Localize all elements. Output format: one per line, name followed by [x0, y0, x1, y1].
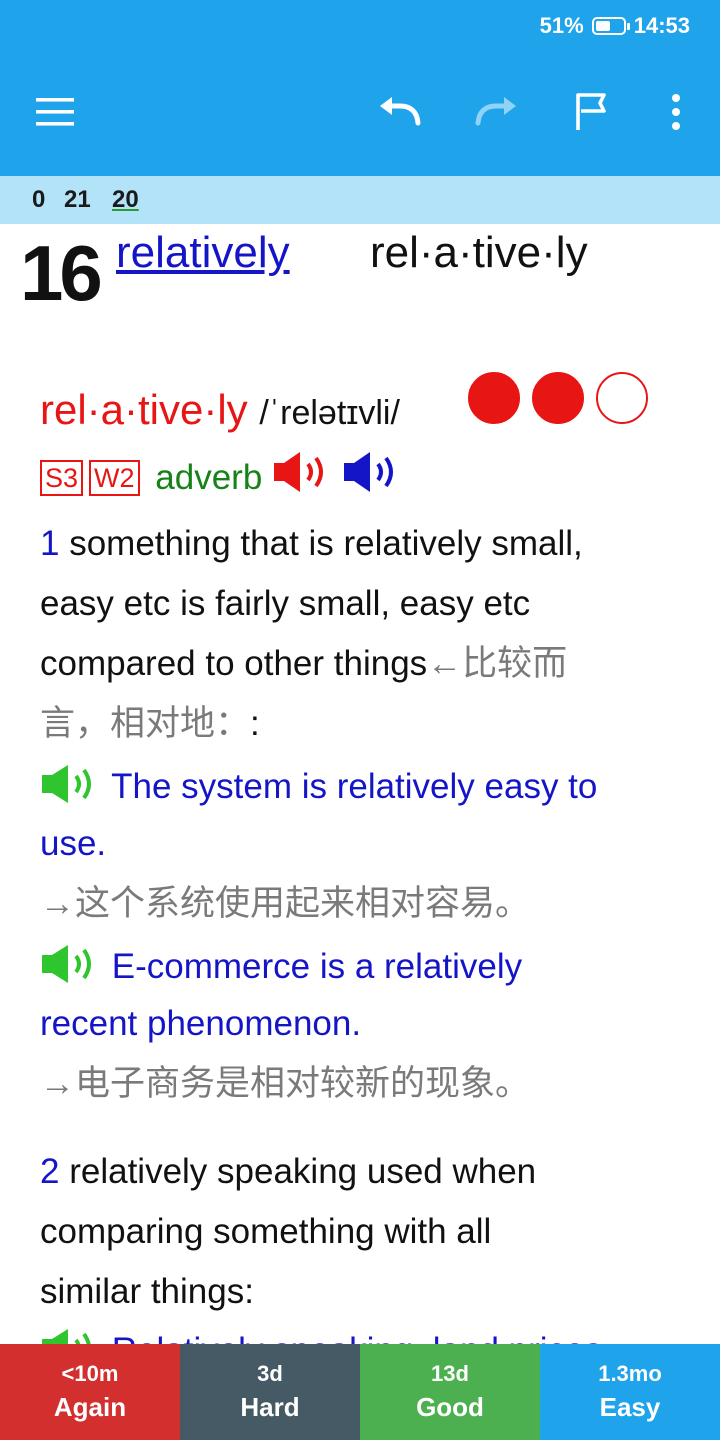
example-audio-button[interactable]	[40, 944, 102, 993]
battery-icon	[591, 17, 630, 35]
part-of-speech: adverb	[155, 458, 263, 497]
definition-text: easy etc is fairly small, easy etc	[40, 584, 531, 623]
example-audio-button[interactable]	[40, 764, 102, 813]
definition-text: similar things:	[40, 1272, 254, 1311]
example-text: Relatively speaking, land prices	[112, 1331, 602, 1344]
example-line: The system is relatively easy to	[40, 764, 597, 813]
definition-line: compared to other things←比较而	[40, 644, 567, 684]
app-bar: 51% 14:53	[0, 0, 720, 176]
again-label: Again	[53, 1392, 127, 1422]
more-vert-icon	[672, 94, 680, 130]
undo-icon	[380, 97, 421, 126]
redo-button[interactable]	[466, 82, 526, 142]
pronunciation: /ˈrelətɪvli/	[259, 394, 400, 432]
hard-label: Hard	[240, 1392, 300, 1422]
example-text: use.	[40, 824, 107, 863]
battery-percent: 51%	[539, 13, 584, 38]
frequency-dot-filled	[468, 372, 520, 424]
example-text: The system is relatively easy to	[111, 766, 598, 806]
translation-text: ←比较而	[427, 644, 568, 683]
hard-interval: 3d	[257, 1361, 283, 1386]
easy-label: Easy	[599, 1392, 661, 1422]
speaker-blue-icon	[343, 452, 393, 492]
flag-button[interactable]	[562, 82, 622, 142]
card-big-number: 16	[20, 229, 103, 317]
undo-button[interactable]	[370, 82, 430, 142]
sense-number: 1	[40, 524, 60, 563]
new-count: 0	[32, 186, 46, 213]
british-audio-button[interactable]	[272, 450, 332, 506]
card-content[interactable]: 16 relatively rel·a·tive·ly rel·a·tive·l…	[0, 224, 720, 1344]
hard-button[interactable]: 3d Hard	[180, 1344, 360, 1440]
menu-button[interactable]	[26, 82, 86, 142]
headword-syllables: rel·a·tive·ly	[370, 228, 588, 277]
speaker-green-icon	[42, 945, 91, 983]
frequency-dot-filled	[532, 372, 584, 424]
badges-row: S3 W2 adverb	[40, 450, 402, 497]
definition-line: 言，相对地：:	[40, 704, 260, 744]
sense-2-line: 2 relatively speaking used when	[40, 1152, 536, 1192]
example-translation: →电子商务是相对较新的现象。	[40, 1064, 531, 1103]
entry-header: rel·a·tive·ly /ˈrelətɪvli/	[40, 386, 400, 437]
written-frequency-badge: W2	[89, 460, 140, 496]
example-text: E-commerce is a relatively	[111, 946, 523, 986]
speaker-green-icon	[42, 1329, 91, 1344]
american-audio-button[interactable]	[342, 450, 402, 506]
definition-text: compared to other things	[40, 644, 428, 683]
speaker-green-icon	[42, 765, 91, 803]
easy-button[interactable]: 1.3mo Easy	[540, 1344, 720, 1440]
again-interval: <10m	[61, 1361, 119, 1386]
translation-text: 言，相对地：	[40, 704, 251, 743]
definition-text: comparing something with all	[40, 1212, 492, 1251]
good-interval: 13d	[431, 1361, 469, 1386]
clock: 14:53	[633, 13, 690, 38]
menu-icon	[36, 98, 74, 126]
review-count: 20	[112, 186, 139, 213]
sense-number: 2	[40, 1152, 60, 1191]
answer-buttons-bar: <10m Again 3d Hard 13d Good 1.3mo Easy	[0, 1344, 720, 1440]
good-button[interactable]: 13d Good	[360, 1344, 540, 1440]
card-counts-bar: 0 21 20	[0, 176, 720, 224]
example-translation: →这个系统使用起来相对容易。	[40, 884, 531, 923]
redo-icon	[475, 97, 516, 126]
definition-text: relatively speaking used when	[69, 1152, 537, 1191]
example-text: recent phenomenon.	[40, 1004, 362, 1043]
good-label: Good	[416, 1392, 484, 1422]
easy-interval: 1.3mo	[598, 1361, 662, 1386]
speaker-red-icon	[274, 452, 324, 492]
colon: :	[250, 704, 260, 743]
sense-1-line: 1 something that is relatively small,	[40, 524, 583, 564]
example-audio-button[interactable]	[40, 1328, 102, 1344]
definition-text: something that is relatively small,	[69, 524, 583, 563]
frequency-dot-empty	[596, 372, 648, 424]
status-bar: 51% 14:53	[540, 10, 690, 42]
flag-icon	[576, 93, 606, 130]
again-button[interactable]: <10m Again	[0, 1344, 180, 1440]
example-line: Relatively speaking, land prices	[40, 1328, 602, 1344]
example-line: E-commerce is a relatively	[40, 944, 522, 993]
more-options-button[interactable]	[646, 82, 706, 142]
headword-link[interactable]: relatively	[116, 228, 290, 278]
spoken-frequency-badge: S3	[40, 460, 84, 496]
learning-count: 21	[64, 186, 91, 213]
entry-word: rel·a·tive·ly	[40, 386, 248, 433]
